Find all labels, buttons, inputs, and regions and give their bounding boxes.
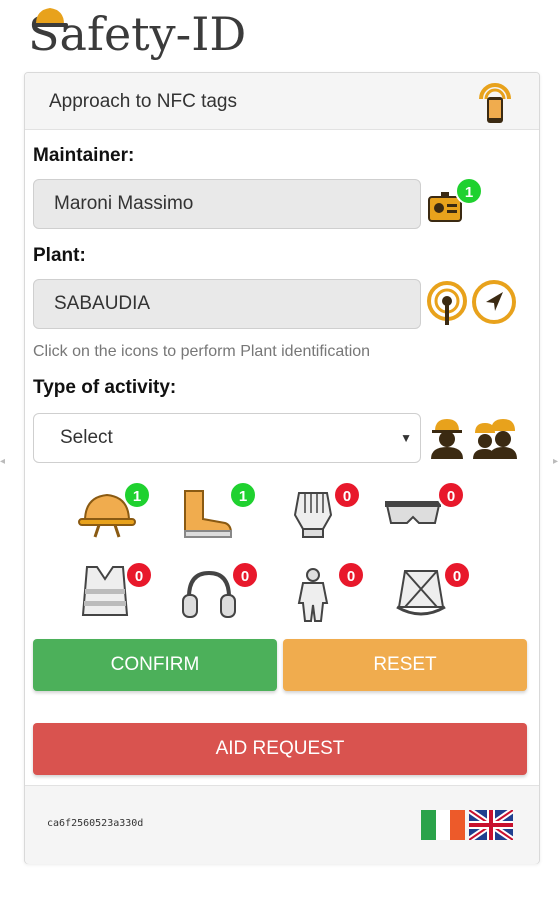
maintainer-badge: 1 xyxy=(455,177,483,205)
page-title: Approach to NFC tags xyxy=(49,91,237,112)
right-edge-arrow-icon[interactable]: ▸ xyxy=(553,456,559,467)
activity-select[interactable]: Select ▼ xyxy=(33,413,421,463)
coverall-ppe-icon[interactable] xyxy=(283,567,343,623)
team-workers-icon[interactable] xyxy=(471,415,521,461)
maintainer-label: Maintainer: xyxy=(33,145,135,166)
uk-flag-icon[interactable] xyxy=(469,810,513,840)
plant-label: Plant: xyxy=(33,245,86,266)
confirm-button[interactable]: CONFIRM xyxy=(33,639,277,691)
plant-hint: Click on the icons to perform Plant iden… xyxy=(33,343,371,360)
activity-label: Type of activity: xyxy=(33,377,177,398)
card-footer: ca6f2560523a330d xyxy=(25,785,539,864)
aid-request-button[interactable]: AID REQUEST xyxy=(33,723,527,775)
earmuffs-ppe-icon[interactable] xyxy=(179,567,239,623)
reset-button[interactable]: RESET xyxy=(283,639,527,691)
boots-ppe-icon[interactable] xyxy=(175,485,235,541)
vest-count-badge: 0 xyxy=(125,561,153,589)
card-header: Approach to NFC tags xyxy=(25,73,539,130)
helmet-count-badge: 1 xyxy=(123,481,151,509)
earmuffs-count-badge: 0 xyxy=(231,561,259,589)
device-code: ca6f2560523a330d xyxy=(47,818,144,829)
single-worker-icon[interactable] xyxy=(427,415,467,461)
left-edge-arrow-icon[interactable]: ◂ xyxy=(0,456,6,467)
goggles-count-badge: 0 xyxy=(437,481,465,509)
harness-count-badge: 0 xyxy=(443,561,471,589)
maintainer-field[interactable]: Maroni Massimo xyxy=(33,179,421,229)
nfc-phone-icon[interactable] xyxy=(475,81,515,125)
plant-field[interactable]: SABAUDIA xyxy=(33,279,421,329)
activity-select-value: Select xyxy=(60,427,113,448)
coverall-count-badge: 0 xyxy=(337,561,365,589)
harness-ppe-icon[interactable] xyxy=(391,567,451,623)
main-card: Approach to NFC tags Maintainer: Maroni … xyxy=(24,72,540,864)
boots-count-badge: 1 xyxy=(229,481,257,509)
gloves-count-badge: 0 xyxy=(333,481,361,509)
dropdown-caret-icon: ▼ xyxy=(400,431,412,445)
goggles-ppe-icon[interactable] xyxy=(383,485,443,541)
nfc-scan-icon[interactable] xyxy=(425,279,469,327)
gps-location-icon[interactable] xyxy=(471,279,517,325)
helmet-logo-icon xyxy=(32,8,68,27)
it-flag-icon[interactable] xyxy=(421,810,465,840)
